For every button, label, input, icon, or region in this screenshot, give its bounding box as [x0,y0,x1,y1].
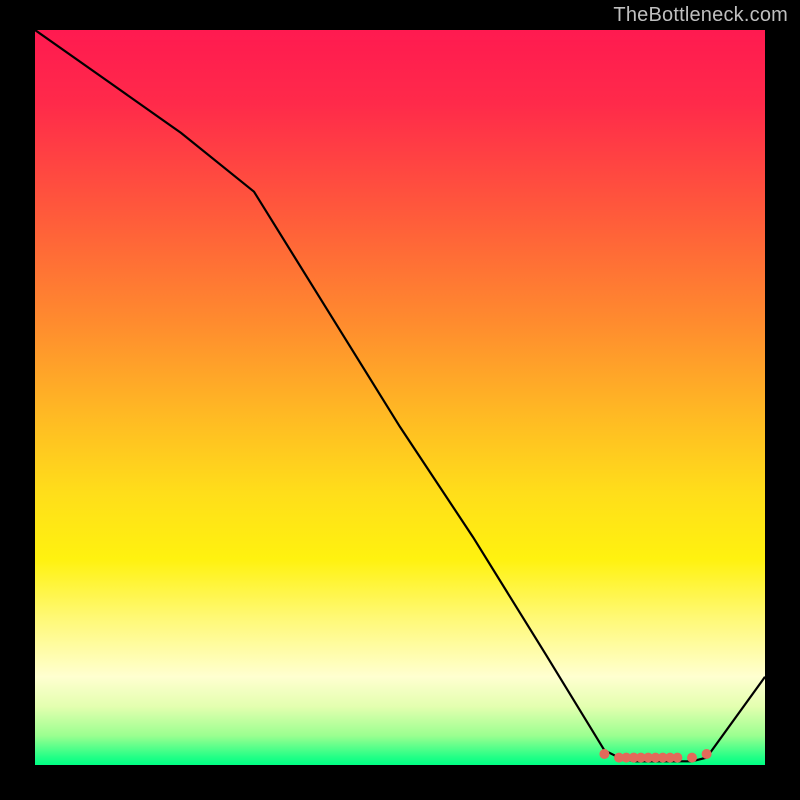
curve-path [35,30,765,761]
attribution-text: TheBottleneck.com [613,4,788,27]
marker-dot [672,753,682,763]
marker-group [599,749,711,763]
plot-area [35,30,765,765]
line-overlay [35,30,765,765]
marker-dot [687,753,697,763]
marker-dot [599,749,609,759]
marker-dot [702,749,712,759]
chart-frame: TheBottleneck.com [0,0,800,800]
